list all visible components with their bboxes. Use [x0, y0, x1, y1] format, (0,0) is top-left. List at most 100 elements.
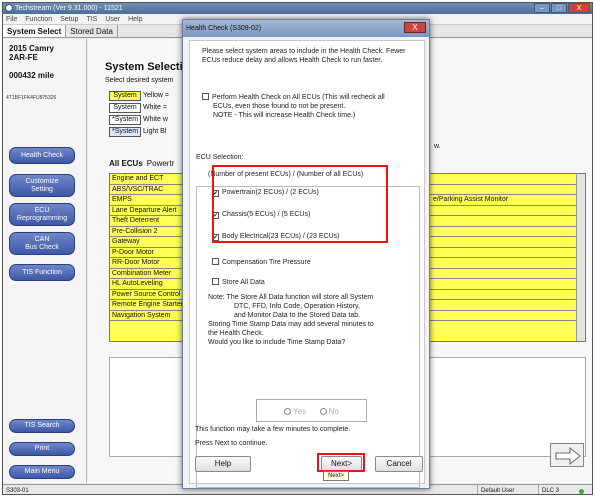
- dialog-body: Please select system areas to include in…: [189, 40, 425, 488]
- main-menu-label: Main Menu: [24, 468, 60, 475]
- menu-file[interactable]: File: [6, 14, 17, 24]
- tis-function-label: TIS Function: [22, 268, 62, 276]
- maximize-button[interactable]: □: [551, 3, 567, 13]
- timestamp-line-3: Would you like to include Time Stamp Dat…: [208, 339, 346, 346]
- arrow-right-icon: [555, 446, 581, 466]
- note-line-2: DTC, FFD, Info Code, Operation History,: [234, 303, 360, 310]
- perform-all-checkbox[interactable]: [202, 93, 209, 100]
- techstream-window: Techstream (Ver 9.31.000) - 11521 – □ X …: [2, 2, 593, 495]
- dialog-close-button[interactable]: X: [404, 22, 426, 33]
- minimize-button[interactable]: –: [534, 3, 550, 13]
- timestamp-line-2: the Health Check.: [208, 330, 264, 337]
- no-label: No: [328, 407, 339, 416]
- tab-all-ecus[interactable]: All ECUs: [109, 159, 143, 171]
- legend-swatch-white: System: [109, 103, 141, 113]
- customize-label-1: Customize: [25, 177, 59, 185]
- ecu-name: Pre-Collision 2: [112, 227, 158, 235]
- legend-text: Light Bl: [143, 128, 167, 135]
- timestamp-line-1: Storing Time Stamp Data may add several …: [208, 321, 374, 328]
- dlc-status: DLC 3: [538, 485, 578, 494]
- yes-option[interactable]: Yes: [284, 407, 306, 416]
- no-option[interactable]: No: [319, 407, 339, 416]
- legend-swatch-yellow: System: [109, 91, 141, 101]
- main-menu-button[interactable]: Main Menu: [9, 465, 75, 479]
- store-all-note: Note: The Store All Data function will s…: [208, 293, 420, 347]
- ecu-name: Navigation System: [112, 311, 171, 319]
- health-check-label: Health Check: [20, 151, 64, 159]
- help-button[interactable]: Help: [195, 456, 251, 472]
- health-check-dialog: Health Check (S309-02) X Please select s…: [182, 19, 430, 489]
- tis-function-button[interactable]: TIS Function: [9, 264, 75, 281]
- menu-help[interactable]: Help: [128, 14, 142, 24]
- perform-all-option[interactable]: Perform Health Check on All ECUs (This w…: [202, 93, 422, 120]
- mileage: 000432 mile: [9, 71, 54, 80]
- selection-highlight: [212, 165, 388, 243]
- legend-text: Yellow =: [143, 92, 170, 99]
- can-label-2: Bus Check: [25, 243, 59, 251]
- print-label: Print: [34, 445, 50, 452]
- customize-setting-button[interactable]: Customize Setting: [9, 174, 75, 197]
- dialog-intro: Please select system areas to include in…: [202, 48, 406, 64]
- store-all-checkbox[interactable]: [212, 278, 219, 285]
- ecu-name: Engine and ECT: [112, 175, 164, 182]
- tab-system-select[interactable]: System Select: [3, 25, 67, 37]
- tab-stored-data[interactable]: Stored Data: [66, 25, 118, 37]
- legend-row: *System White w: [109, 115, 168, 125]
- ecu-name: P-Door Motor: [112, 248, 155, 256]
- perform-all-label-1: Perform Health Check on All ECUs (This w…: [212, 94, 385, 101]
- page-subtitle: Select desired system: [105, 77, 174, 84]
- customize-label-2: Setting: [31, 185, 53, 193]
- menu-function[interactable]: Function: [25, 14, 52, 24]
- store-all-label: Store All Data: [222, 279, 265, 286]
- close-button[interactable]: X: [568, 3, 590, 13]
- legend-text: White w: [143, 116, 168, 123]
- health-check-button[interactable]: Health Check: [9, 147, 75, 164]
- print-button[interactable]: Print: [9, 442, 75, 456]
- timestamp-radio-group: Yes No: [256, 399, 367, 422]
- next-tooltip: Next>: [323, 471, 349, 481]
- tis-search-button[interactable]: TIS Search: [9, 419, 75, 433]
- ecu-name: HL AutoLeveling: [112, 280, 163, 287]
- tire-pressure-checkbox[interactable]: [212, 258, 219, 265]
- title-bar: Techstream (Ver 9.31.000) - 11521 – □ X: [3, 3, 592, 14]
- menu-setup[interactable]: Setup: [60, 14, 78, 24]
- ecu-name: RR-Door Motor: [112, 259, 160, 266]
- takes-time-text: This function may take a few minutes to …: [195, 426, 351, 433]
- can-label-1: CAN: [34, 235, 50, 243]
- ecu-name: Combination Meter: [112, 269, 172, 277]
- legend-text: White =: [143, 104, 167, 111]
- legend-swatch-blue: *System: [109, 127, 141, 137]
- ecu-label-1: ECU: [34, 206, 50, 214]
- legend-row: System Yellow =: [109, 91, 169, 101]
- cancel-button[interactable]: Cancel: [375, 456, 423, 472]
- ecu-name: Power Source Control: [112, 290, 181, 298]
- screen-code: S303-01: [6, 488, 29, 494]
- next-arrow-button[interactable]: [550, 443, 584, 467]
- menu-tis[interactable]: TIS: [86, 14, 97, 24]
- next-highlight: [317, 453, 365, 472]
- legend-trailing-text: w.: [434, 143, 441, 150]
- page-title: System Selecti: [105, 61, 183, 73]
- tire-pressure-option[interactable]: Compensation Tire Pressure: [212, 258, 311, 267]
- tab-powertrain[interactable]: Powertr: [147, 159, 175, 171]
- can-bus-check-button[interactable]: CAN Bus Check: [9, 232, 75, 255]
- ecu-name-col2: e/Parking Assist Monitor: [433, 196, 509, 203]
- yes-radio[interactable]: [284, 408, 292, 415]
- ecu-list-scrollbar[interactable]: [576, 174, 585, 341]
- ecu-reprogramming-button[interactable]: ECU Reprogramming: [9, 203, 75, 226]
- ecu-name: ABS/VSC/TRAC: [112, 185, 164, 193]
- connection-status-icon: [579, 489, 584, 494]
- window-title: Techstream (Ver 9.31.000) - 11521: [15, 5, 123, 12]
- store-all-option[interactable]: Store All Data: [212, 278, 265, 287]
- tire-pressure-label: Compensation Tire Pressure: [222, 259, 311, 266]
- vehicle-engine: 2AR-FE: [9, 53, 38, 62]
- ecu-name: Remote Engine Starter: [112, 301, 184, 308]
- no-radio[interactable]: [319, 408, 327, 415]
- press-next-text: Press Next to continue.: [195, 440, 268, 447]
- ecu-name: Gateway: [112, 238, 140, 245]
- vin: 4T1BF1FK4FU875326: [6, 95, 57, 101]
- app-icon: [5, 4, 13, 12]
- legend-swatch-white-star: *System: [109, 115, 141, 125]
- perform-all-label-2: ECUs, even those found to not be present…: [213, 103, 346, 110]
- menu-user[interactable]: User: [105, 14, 120, 24]
